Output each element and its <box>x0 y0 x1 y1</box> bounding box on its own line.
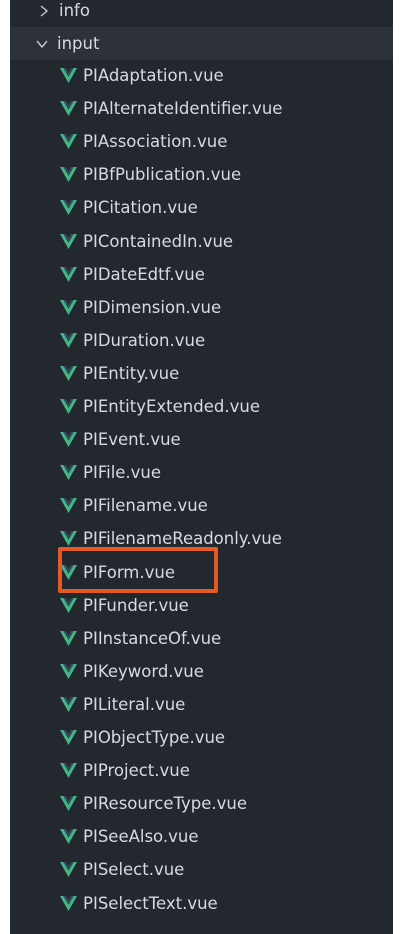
file-item[interactable]: PIFilenameReadonly.vue <box>10 522 393 555</box>
vue-icon <box>60 630 77 646</box>
file-item[interactable]: PIAdaptation.vue <box>10 59 393 92</box>
vue-icon <box>60 332 77 348</box>
vue-icon <box>60 266 77 282</box>
vue-icon <box>60 531 77 547</box>
file-item[interactable]: PIInstanceOf.vue <box>10 622 393 655</box>
file-label: PIFilenameReadonly.vue <box>83 529 282 549</box>
file-item[interactable]: PIObjectType.vue <box>10 721 393 754</box>
vue-icon <box>60 399 77 414</box>
file-label: PIEvent.vue <box>83 430 181 450</box>
file-label: PIEntityExtended.vue <box>83 397 260 416</box>
file-label: PIEntity.vue <box>83 363 180 383</box>
vue-icon <box>60 101 77 117</box>
file-item[interactable]: PIResourceType.vue <box>10 787 393 820</box>
vue-icon <box>60 829 77 845</box>
file-item[interactable]: PISelectText.vue <box>10 887 393 920</box>
vue-icon <box>60 564 77 580</box>
chevron-down-icon <box>35 37 49 51</box>
file-item[interactable]: PIContainedIn.vue <box>10 225 393 258</box>
file-label: PIAssociation.vue <box>83 132 228 152</box>
file-label: PIInstanceOf.vue <box>83 628 222 648</box>
file-label: PIResourceType.vue <box>83 794 248 814</box>
vue-icon <box>60 167 77 183</box>
file-label: PIFunder.vue <box>83 595 189 615</box>
file-label: PIFile.vue <box>83 463 162 483</box>
file-item[interactable]: PIFilename.vue <box>10 489 393 522</box>
file-label: PICitation.vue <box>83 198 198 218</box>
folder-input[interactable]: input <box>10 27 393 60</box>
vue-icon <box>60 696 77 712</box>
file-label: PIForm.vue <box>83 562 175 582</box>
vue-icon <box>60 200 77 216</box>
file-item[interactable]: PIEntity.vue <box>10 357 393 390</box>
file-item[interactable]: PIFunder.vue <box>10 589 393 622</box>
file-label: PIBfPublication.vue <box>83 165 242 185</box>
vue-icon <box>60 68 77 83</box>
file-explorer: info input PIAdaptation.vue PIAlternateId… <box>10 0 393 934</box>
chevron-right-icon <box>37 4 51 18</box>
file-label: PIDimension.vue <box>83 297 222 317</box>
file-label: PIObjectType.vue <box>83 728 226 747</box>
file-item[interactable]: PIAssociation.vue <box>10 125 393 158</box>
vue-icon <box>60 597 77 613</box>
file-item[interactable]: PIDateEdtf.vue <box>10 258 393 291</box>
file-item[interactable]: PIDuration.vue <box>10 324 393 357</box>
folder-label: info <box>59 1 90 20</box>
vue-icon <box>60 299 77 315</box>
vue-icon <box>60 895 77 911</box>
file-label: PIAdaptation.vue <box>83 66 224 85</box>
vue-icon <box>60 365 77 381</box>
file-item[interactable]: PIEvent.vue <box>10 423 393 456</box>
file-label: PIKeyword.vue <box>83 661 204 681</box>
vue-icon <box>60 730 77 745</box>
file-label: PIProject.vue <box>83 761 190 781</box>
file-item[interactable]: PIEntityExtended.vue <box>10 390 393 423</box>
vue-icon <box>60 498 77 514</box>
file-item[interactable]: PIDimension.vue <box>10 291 393 324</box>
vue-icon <box>60 432 77 448</box>
vue-icon <box>60 233 77 249</box>
file-item[interactable]: PIBfPublication.vue <box>10 158 393 191</box>
file-label: PIFilename.vue <box>83 496 208 516</box>
vue-icon <box>60 134 77 150</box>
vue-icon <box>60 763 77 779</box>
file-label: PISeeAlso.vue <box>83 827 199 847</box>
file-label: PIContainedIn.vue <box>83 231 234 251</box>
file-item[interactable]: PIKeyword.vue <box>10 655 393 688</box>
file-item[interactable]: PICitation.vue <box>10 191 393 224</box>
vue-icon <box>60 862 77 878</box>
file-item[interactable]: PILiteral.vue <box>10 688 393 721</box>
folder-info[interactable]: info <box>10 0 393 27</box>
file-label: PISelect.vue <box>83 860 185 880</box>
file-label: PIAlternateIdentifier.vue <box>83 99 283 119</box>
vue-icon <box>60 663 77 679</box>
file-item[interactable]: PISelect.vue <box>10 853 393 886</box>
vue-icon <box>60 796 77 812</box>
folder-label: input <box>57 34 100 53</box>
file-label: PIDateEdtf.vue <box>83 264 205 284</box>
file-label: PILiteral.vue <box>83 694 186 714</box>
file-label: PIDuration.vue <box>83 330 206 350</box>
file-item[interactable]: PIForm.vue <box>10 556 393 589</box>
file-item[interactable]: PIProject.vue <box>10 754 393 787</box>
vue-icon <box>60 465 77 481</box>
file-item[interactable]: PIAlternateIdentifier.vue <box>10 92 393 125</box>
file-item[interactable]: PIFile.vue <box>10 456 393 489</box>
file-item[interactable]: PISeeAlso.vue <box>10 820 393 853</box>
file-label: PISelectText.vue <box>83 893 218 913</box>
